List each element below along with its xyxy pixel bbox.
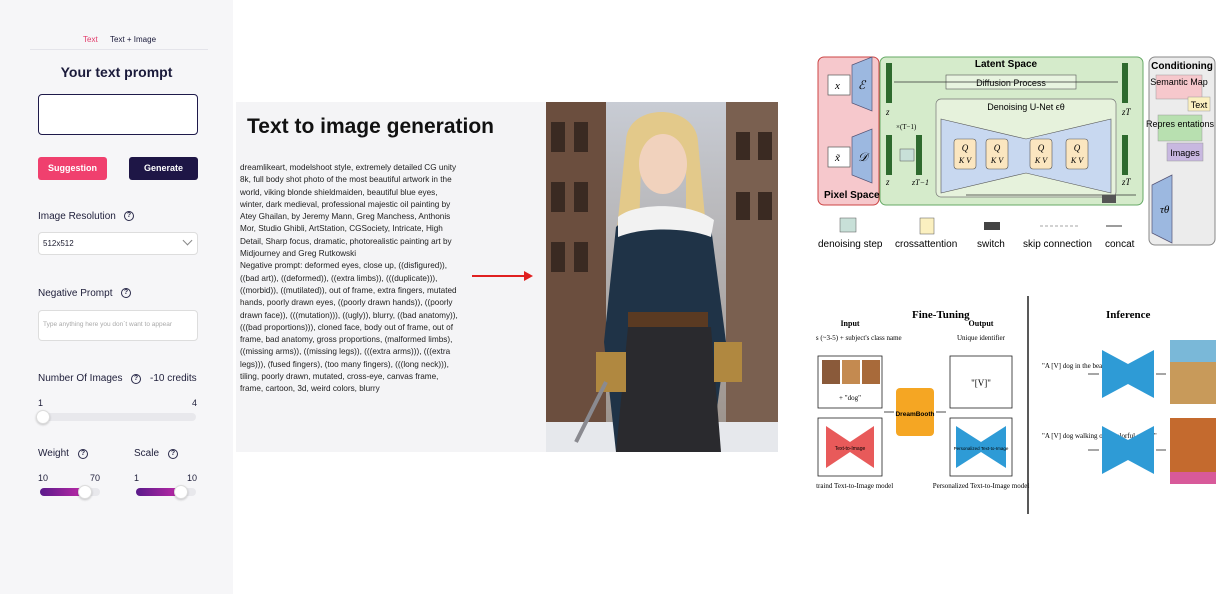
shieldmaiden-illustration: [546, 102, 778, 452]
example-negative-prompt: Negative prompt: deformed eyes, close up…: [240, 261, 458, 394]
switch-icon: [1102, 195, 1116, 203]
resolution-value: 512x512: [43, 239, 74, 248]
latent-diffusion-diagram: Latent Space Conditioning Semantic Map T…: [817, 56, 1216, 250]
scale-label: Scale: [134, 448, 160, 459]
scale-help-icon[interactable]: ?: [168, 449, 178, 459]
zT-label-2: zT: [1121, 177, 1132, 187]
mode-tabs: Text Text + Image: [30, 33, 208, 50]
scale-slider-handle[interactable]: [174, 485, 188, 499]
settings-panel: Text Text + Image Your text prompt Sugge…: [0, 0, 233, 594]
output-label: Output: [969, 319, 994, 328]
arrow-right-icon: [472, 271, 533, 281]
weight-slider-handle[interactable]: [78, 485, 92, 499]
tau-label: τθ: [1160, 204, 1170, 216]
latent-space-label: Latent Space: [975, 59, 1038, 70]
weight-min: 10: [38, 473, 49, 483]
q-label-4: Q: [1074, 143, 1081, 153]
personalized-model-label: Personalized Text-to-Image model: [933, 482, 1030, 490]
conditioning-label: Conditioning: [1151, 61, 1213, 72]
credits-text: -10 credits: [150, 373, 197, 384]
generated-image: [546, 102, 778, 452]
personalized-t2i-label: Personalized Text-to-Image: [954, 446, 1009, 451]
tab-text[interactable]: Text: [83, 35, 98, 44]
q-label-2: Q: [994, 143, 1001, 153]
qkv-block-1: Q K V: [953, 138, 977, 170]
suggestion-button[interactable]: Suggestion: [38, 157, 107, 180]
q-label-1: Q: [962, 143, 969, 153]
images-min: 1: [38, 398, 44, 408]
example-title: Text to image generation: [247, 115, 494, 138]
weight-max: 70: [90, 473, 101, 483]
inference-label: Inference: [1106, 309, 1151, 321]
diffusion-process-label: Diffusion Process: [976, 78, 1046, 88]
example-positive-prompt: dreamlikeart, modelshoot style, extremel…: [240, 163, 457, 259]
t2i-label: Text-to-Image: [835, 446, 866, 452]
resolution-select[interactable]: 512x512: [38, 232, 198, 255]
v-token-label: "[V]": [971, 378, 991, 388]
weight-help-icon[interactable]: ?: [78, 449, 88, 459]
input-desc: Images (~3-5) + subject's class name: [816, 334, 902, 342]
input-label: Input: [840, 319, 859, 328]
images-help-icon[interactable]: ?: [131, 374, 141, 384]
legend-skip-connection: skip connection: [1023, 239, 1092, 250]
negative-help-icon[interactable]: ?: [121, 288, 131, 298]
z-label: z: [885, 107, 890, 117]
dog-class-label: + "dog": [839, 394, 861, 402]
legend-denoising-step: denoising step: [818, 239, 883, 250]
qkv-block-4: Q K V: [1065, 138, 1089, 170]
pixel-space-label: Pixel Space: [824, 190, 880, 201]
dreambooth-diagram: Fine-Tuning Inference Input Images (~3-5…: [816, 296, 1216, 514]
images-max: 4: [192, 398, 198, 408]
kv-label-4: K V: [1070, 156, 1084, 165]
q-label-3: Q: [1038, 143, 1045, 153]
negative-label: Negative Prompt: [38, 288, 113, 299]
images-label: Images: [1170, 148, 1200, 158]
kv-label-3: K V: [1034, 156, 1048, 165]
kv-label-1: K V: [958, 156, 972, 165]
x-tilde-label: x̃: [834, 152, 841, 164]
fine-tuning-label: Fine-Tuning: [912, 309, 970, 321]
semantic-map-label: Semantic Map: [1150, 77, 1208, 87]
images-label: Number Of Images: [38, 373, 123, 384]
scale-max: 10: [187, 473, 198, 483]
scale-min: 1: [134, 473, 140, 483]
tab-text-image[interactable]: Text + Image: [110, 35, 156, 44]
unique-id-label: Unique identifier: [957, 334, 1006, 342]
legend-concat: concat: [1105, 239, 1135, 250]
resolution-help-icon[interactable]: ?: [124, 211, 134, 221]
kv-label-2: K V: [990, 156, 1004, 165]
prompt-input[interactable]: [38, 94, 198, 135]
diagram-legend: denoising step crossattention switch ski…: [818, 217, 1135, 250]
unet-label: Denoising U-Net ϵθ: [987, 102, 1065, 112]
representations-label: Repres entations: [1146, 119, 1215, 129]
dreambooth-label: DreamBooth: [895, 411, 934, 418]
resolution-label: Image Resolution: [38, 211, 116, 222]
legend-crossattention: crossattention: [895, 239, 957, 250]
pretrained-label: Pretraind Text-to-Image model: [816, 482, 893, 490]
images-slider-handle[interactable]: [36, 410, 50, 424]
qkv-block-3: Q K V: [1029, 138, 1053, 170]
steps-label: ×(T−1): [896, 123, 917, 131]
zT-label: zT: [1121, 107, 1132, 117]
z-label-2: z: [885, 177, 890, 187]
images-slider[interactable]: [38, 413, 196, 421]
denoising-step-icon: [899, 148, 915, 162]
chevron-down-icon: [182, 235, 193, 246]
example-prompt: dreamlikeart, modelshoot style, extremel…: [240, 162, 462, 396]
prompt-1: "A [V] dog in the beach": [1042, 362, 1112, 370]
prompt-title: Your text prompt: [60, 64, 173, 80]
generate-button[interactable]: Generate: [129, 157, 198, 180]
text-label: Text: [1191, 100, 1208, 110]
x-input-label: x: [834, 80, 840, 92]
negative-prompt-input[interactable]: Type anything here you don`t want to app…: [38, 310, 198, 341]
zT1-label: zT−1: [911, 178, 929, 187]
qkv-block-2: Q K V: [985, 138, 1009, 170]
weight-label: Weight: [38, 448, 69, 459]
legend-switch: switch: [977, 239, 1005, 250]
